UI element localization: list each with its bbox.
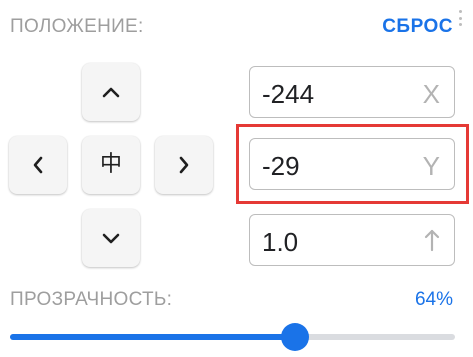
x-field[interactable]: -244 X — [249, 66, 455, 118]
y-field[interactable]: -29 Y — [249, 138, 455, 190]
chevron-up-icon — [102, 87, 120, 98]
move-left-button[interactable] — [9, 136, 67, 194]
chevron-left-icon — [33, 156, 43, 174]
z-field[interactable]: 1.0 — [249, 214, 455, 266]
x-value[interactable]: -244 — [262, 79, 314, 110]
x-suffix: X — [422, 79, 440, 109]
slider-fill — [10, 334, 295, 340]
y-suffix: Y — [422, 151, 440, 181]
chevron-right-icon — [179, 156, 189, 174]
z-value[interactable]: 1.0 — [262, 227, 298, 258]
opacity-label: ПРОЗРАЧНОСТЬ: — [10, 289, 173, 310]
chevron-down-icon — [102, 233, 120, 244]
move-right-button[interactable] — [155, 136, 213, 194]
slider-thumb[interactable] — [281, 323, 309, 351]
opacity-value: 64% — [414, 289, 453, 310]
arrow-up-icon — [424, 229, 440, 252]
position-panel: ПОЛОЖЕНИЕ: СБРОС 中 -244 X -29 Y 1.0 ПРОЗ… — [0, 0, 473, 357]
center-icon: 中 — [99, 152, 122, 177]
more-options-icon[interactable] — [459, 10, 463, 26]
position-title: ПОЛОЖЕНИЕ: — [10, 16, 144, 37]
move-down-button[interactable] — [82, 209, 140, 267]
center-button[interactable]: 中 — [82, 136, 140, 194]
y-value[interactable]: -29 — [262, 151, 300, 182]
reset-button[interactable]: СБРОС — [382, 16, 453, 38]
move-up-button[interactable] — [82, 63, 140, 121]
opacity-slider[interactable] — [10, 322, 455, 352]
